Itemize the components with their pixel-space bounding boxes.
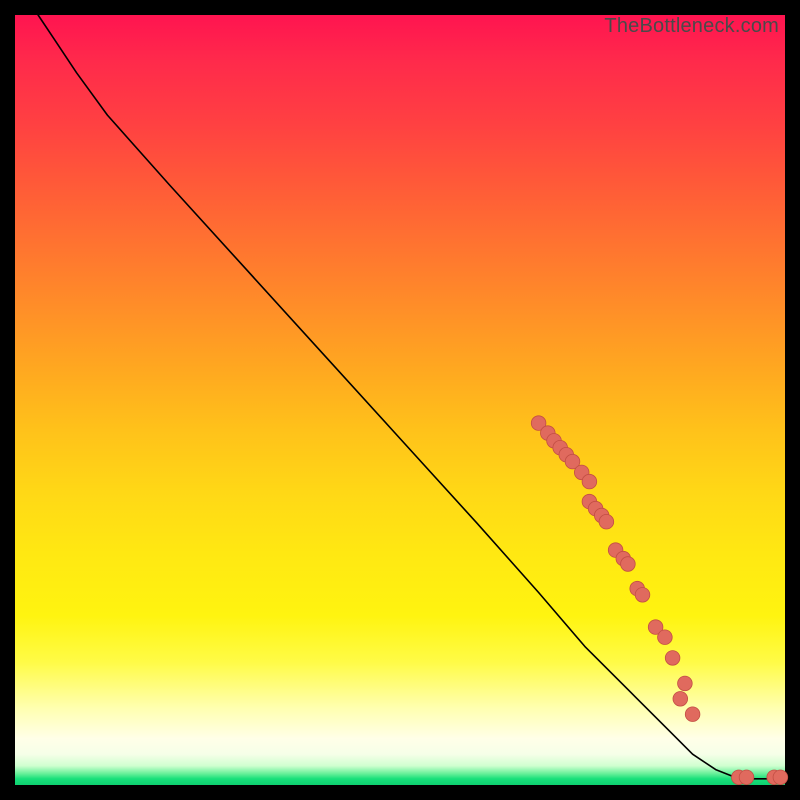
data-marker <box>599 514 614 529</box>
data-marker <box>739 770 754 785</box>
data-marker <box>665 651 680 666</box>
data-marker <box>658 630 673 645</box>
bottleneck-curve <box>38 15 777 779</box>
data-marker <box>773 770 788 785</box>
plot-area: TheBottleneck.com <box>15 15 785 785</box>
data-marker <box>678 676 693 691</box>
chart-stage: TheBottleneck.com <box>0 0 800 800</box>
data-marker <box>621 557 636 572</box>
data-markers <box>531 416 787 785</box>
chart-overlay <box>15 15 785 785</box>
data-marker <box>673 691 688 706</box>
data-marker <box>685 707 700 722</box>
data-marker <box>582 474 597 489</box>
data-marker <box>635 587 650 602</box>
